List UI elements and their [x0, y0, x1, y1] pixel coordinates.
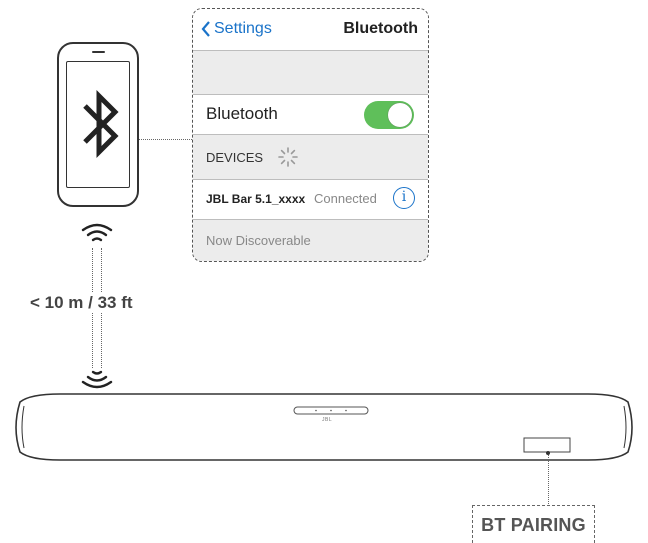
- bluetooth-toggle-row: Bluetooth: [193, 95, 428, 135]
- toggle-knob: [388, 103, 412, 127]
- discoverable-label: Now Discoverable: [206, 233, 311, 248]
- bluetooth-label: Bluetooth: [206, 104, 278, 123]
- back-button[interactable]: Settings: [201, 20, 272, 38]
- device-status: Connected: [314, 191, 377, 206]
- devices-header-row: DEVICES: [193, 135, 428, 180]
- device-row[interactable]: JBL Bar 5.1_xxxx Connected i: [193, 180, 428, 220]
- bluetooth-icon: [83, 89, 119, 159]
- wifi-signal-icon: [81, 370, 113, 389]
- soundbar-logo: JBL: [322, 417, 333, 423]
- soundbar: [15, 393, 633, 461]
- connector-line: [139, 139, 192, 140]
- phone-speaker: [92, 51, 105, 53]
- phone-illustration: [57, 42, 139, 207]
- info-icon[interactable]: i: [393, 187, 415, 209]
- back-label: Settings: [214, 20, 272, 37]
- spacer-row: [193, 51, 428, 95]
- bluetooth-settings-panel: Settings Bluetooth Bluetooth DEVICES JBL…: [192, 8, 429, 262]
- display-window: [523, 437, 571, 453]
- chevron-left-icon: [201, 21, 210, 37]
- spinner-icon: [278, 147, 298, 167]
- pairing-connector: [548, 453, 549, 506]
- page-title: Bluetooth: [343, 20, 418, 37]
- bt-pairing-button-label: BT PAIRING: [472, 505, 595, 543]
- nav-bar: Settings Bluetooth: [193, 9, 428, 51]
- pairing-connector-dot: [546, 451, 550, 455]
- devices-label: DEVICES: [206, 150, 264, 165]
- bluetooth-toggle[interactable]: [364, 101, 414, 129]
- device-name: JBL Bar 5.1_xxxx: [206, 192, 306, 206]
- discoverable-row: Now Discoverable: [193, 220, 428, 261]
- distance-label: < 10 m / 33 ft: [27, 293, 136, 313]
- wifi-signal-icon: [81, 223, 113, 242]
